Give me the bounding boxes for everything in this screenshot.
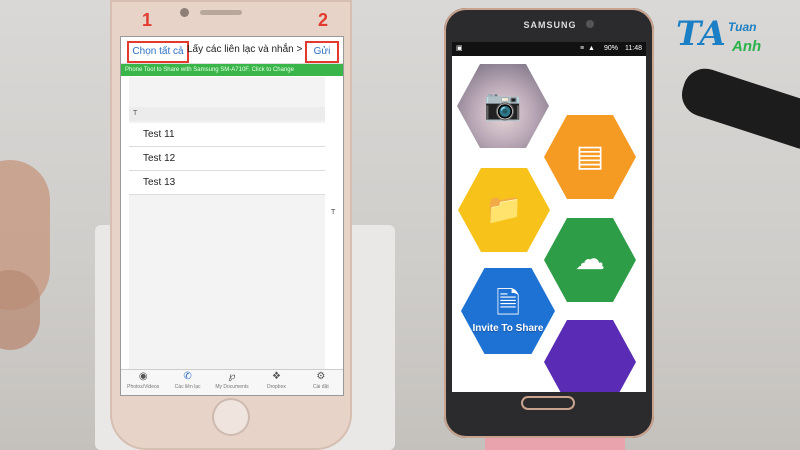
- hex-folder-tile[interactable]: 📁: [458, 168, 550, 252]
- gear-icon: ⚙: [316, 371, 326, 382]
- contact-row[interactable]: Test 11: [129, 123, 325, 147]
- hex-cloud-tile[interactable]: ☁: [544, 218, 636, 302]
- paperclip-icon: ℘: [228, 371, 236, 382]
- camera-icon: ◉: [138, 371, 148, 382]
- logo-mark: TA: [676, 14, 726, 54]
- section-header: T: [129, 107, 325, 121]
- iphone-camera: [180, 8, 189, 17]
- contact-row[interactable]: Test 13: [129, 171, 325, 195]
- tab-photos-videos[interactable]: ◉ Photos/Videos: [121, 370, 165, 395]
- tab-settings[interactable]: ⚙ Cài đặt: [299, 370, 343, 395]
- hex-invite-tile[interactable]: 🗎 Invite To Share: [461, 268, 555, 354]
- tab-label: Photos/Videos: [127, 384, 160, 390]
- hand-finger: [0, 270, 40, 350]
- tab-bar: ◉ Photos/Videos ✆ Các liên lạc ℘ My Docu…: [121, 369, 343, 395]
- select-all-button[interactable]: Chọn tất cả: [127, 41, 189, 63]
- notification-icon: ▣: [456, 45, 463, 52]
- tab-label: Dropbox: [266, 384, 286, 390]
- tab-label: Các liên lạc: [174, 384, 201, 390]
- nav-bar: Chọn tất cả Lấy các liên lạc và nhắn > G…: [121, 37, 343, 64]
- invite-to-share-label: Invite To Share: [472, 322, 544, 334]
- iphone-speaker: [200, 10, 242, 15]
- signal-icon: ≡ ▲: [580, 45, 596, 52]
- cloud-download-icon: ☁: [575, 243, 605, 276]
- tab-contacts[interactable]: ✆ Các liên lạc: [165, 370, 209, 395]
- dropbox-icon: ❖: [271, 371, 281, 382]
- tab-dropbox[interactable]: ❖ Dropbox: [254, 370, 298, 395]
- samsung-camera: [586, 20, 594, 28]
- logo-text-top: Tuan: [728, 20, 757, 34]
- iphone-screen: Chọn tất cả Lấy các liên lạc và nhắn > G…: [120, 36, 344, 396]
- send-button[interactable]: Gửi: [305, 41, 339, 63]
- camera-icon: 📷: [484, 89, 522, 122]
- hex-camera-tile[interactable]: 📷: [457, 64, 549, 148]
- channel-logo: TA Tuan Anh: [676, 14, 786, 64]
- folder-icon: 📁: [485, 193, 523, 226]
- notebook-icon: ▤: [575, 140, 605, 173]
- tab-label: My Documents: [215, 384, 249, 390]
- nav-title: Lấy các liên lạc và nhắn >: [187, 44, 303, 55]
- annotation-number-1: 1: [142, 10, 153, 30]
- samsung-brand-label: SAMSUNG: [523, 20, 577, 30]
- contact-row[interactable]: Test 12: [129, 147, 325, 171]
- logo-text-bottom: Anh: [732, 38, 762, 55]
- tab-my-documents[interactable]: ℘ My Documents: [210, 370, 254, 395]
- samsung-home-button[interactable]: [521, 396, 575, 410]
- section-index-letter[interactable]: T: [331, 209, 335, 216]
- hex-notes-tile[interactable]: ▤: [544, 115, 636, 199]
- battery-level: 90%: [603, 45, 618, 52]
- document-icon: 🗎: [495, 286, 521, 320]
- samsung-screen: ▣ ≡ ▲ 90% 11:48 📷 ▤ 📁 ☁ 🗎 Invite To Shar…: [452, 42, 646, 392]
- target-device-banner[interactable]: Phone Tool to Share with Samsung SM-A710…: [121, 64, 343, 76]
- status-time: 11:48: [625, 45, 642, 52]
- phone-icon: ✆: [183, 371, 192, 382]
- android-status-bar: ▣ ≡ ▲ 90% 11:48: [452, 42, 646, 56]
- hex-extra-tile[interactable]: [544, 320, 636, 392]
- pen: [676, 62, 800, 156]
- annotation-number-2: 2: [318, 10, 329, 30]
- iphone-home-button[interactable]: [212, 398, 250, 436]
- tab-label: Cài đặt: [312, 384, 329, 390]
